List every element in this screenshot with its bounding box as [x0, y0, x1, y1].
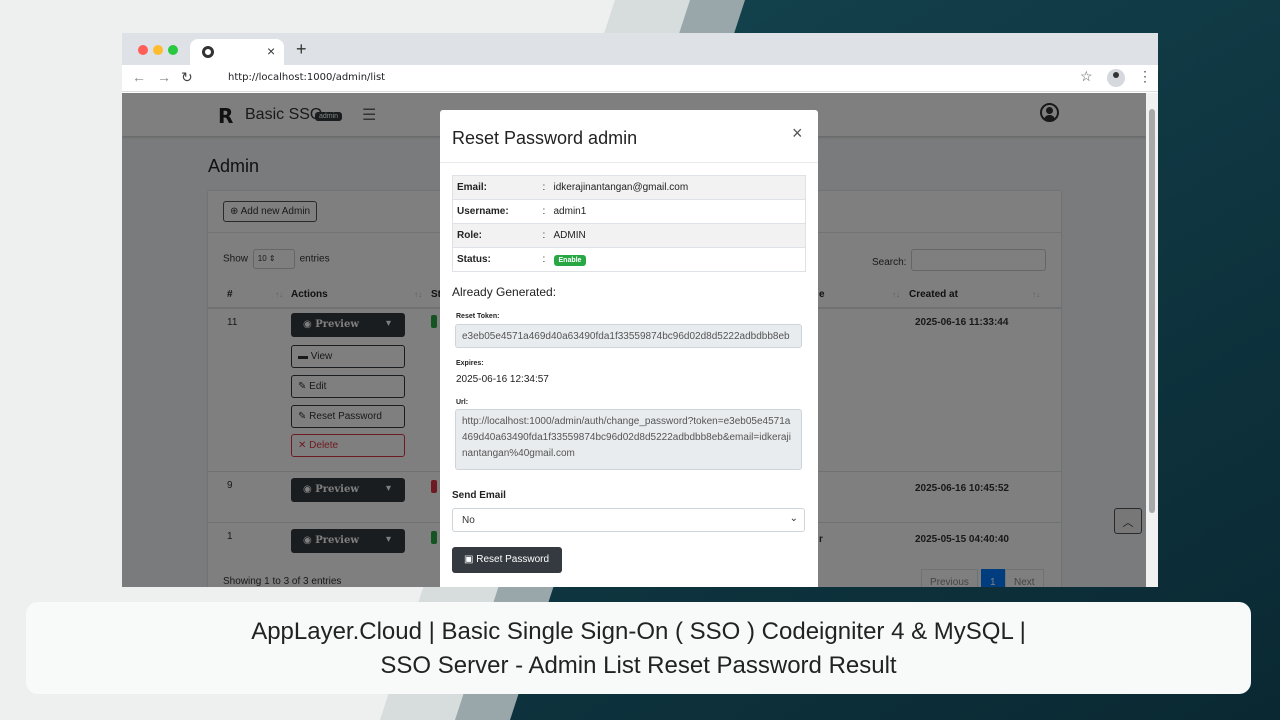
info-colon: : [542, 175, 554, 200]
address-bar: ← → ↻ http://localhost:1000/admin/list ☆… [122, 65, 1158, 92]
table-row: Status: : Enable [452, 247, 806, 272]
info-colon: : [542, 247, 554, 272]
tab-close-icon[interactable]: × [267, 43, 275, 59]
page-scrollbar[interactable] [1146, 93, 1158, 587]
url-label: Url: [456, 399, 469, 406]
chevron-down-icon: ⌄ [789, 513, 798, 524]
scrollbar-thumb[interactable] [1149, 109, 1155, 513]
info-value: idkerajinantangan@gmail.com [553, 175, 806, 200]
send-email-label: Send Email [452, 490, 506, 501]
table-row: Email: : idkerajinantangan@gmail.com [452, 175, 806, 200]
menu-icon[interactable]: ⋮ [1138, 68, 1152, 85]
page-viewport: R Basic SSO admin ☰ Admin ⊕ Add new Admi… [122, 93, 1158, 587]
info-key: Role: [452, 223, 543, 248]
modal-title: Reset Password admin [452, 128, 638, 148]
reload-icon[interactable]: ↻ [181, 69, 193, 86]
generated-title: Already Generated: [452, 285, 557, 299]
info-key: Email: [452, 175, 543, 200]
star-icon[interactable]: ☆ [1080, 68, 1093, 85]
back-icon[interactable]: ← [132, 69, 146, 85]
save-icon: ▣ [464, 554, 477, 565]
close-window-icon[interactable] [138, 45, 148, 55]
info-value: admin1 [553, 199, 806, 224]
tab-strip: × + [122, 33, 1158, 65]
url-text: http://localhost:1000/admin/list [228, 72, 386, 83]
send-email-value: No [462, 515, 475, 526]
table-row: Username: : admin1 [452, 199, 806, 224]
reset-url-textarea[interactable]: http://localhost:1000/admin/auth/change_… [455, 409, 802, 470]
new-tab-icon[interactable]: + [296, 39, 307, 60]
modal-divider [440, 162, 818, 163]
submit-label: Reset Password [476, 554, 550, 565]
send-email-select[interactable]: No ⌄ [452, 508, 805, 532]
profile-icon[interactable] [1107, 69, 1125, 87]
caption-line-1: AppLayer.Cloud | Basic Single Sign-On ( … [251, 618, 1026, 645]
table-row: Role: : ADMIN [452, 223, 806, 248]
info-value: ADMIN [553, 223, 806, 248]
expires-label: Expires: [456, 360, 484, 367]
browser-window: × + ← → ↻ http://localhost:1000/admin/li… [122, 33, 1158, 587]
info-key: Username: [452, 199, 543, 224]
status-badge: Enable [553, 255, 587, 266]
url-field[interactable]: http://localhost:1000/admin/list [206, 68, 1086, 88]
close-icon[interactable]: × [792, 123, 803, 144]
reset-password-modal: Reset Password admin × Email: : idkeraji… [440, 110, 818, 587]
info-key: Status: [452, 247, 543, 272]
browser-tab[interactable]: × [190, 39, 284, 65]
caption-line-2: SSO Server - Admin List Reset Password R… [380, 652, 897, 679]
reset-token-field[interactable]: e3eb05e4571a469d40a63490fda1f33559874bc9… [455, 324, 802, 348]
reset-password-submit[interactable]: ▣ Reset Password [452, 547, 562, 573]
minimize-window-icon[interactable] [153, 45, 163, 55]
caption-banner: AppLayer.Cloud | Basic Single Sign-On ( … [26, 602, 1251, 694]
expires-value: 2025-06-16 12:34:57 [456, 374, 549, 385]
chrome-favicon-icon [202, 46, 214, 58]
token-label: Reset Token: [456, 313, 500, 320]
user-info-table: Email: : idkerajinantangan@gmail.com Use… [452, 175, 806, 272]
forward-icon[interactable]: → [157, 69, 171, 85]
maximize-window-icon[interactable] [168, 45, 178, 55]
info-value: Enable [553, 247, 806, 272]
info-colon: : [542, 223, 554, 248]
info-colon: : [542, 199, 554, 224]
